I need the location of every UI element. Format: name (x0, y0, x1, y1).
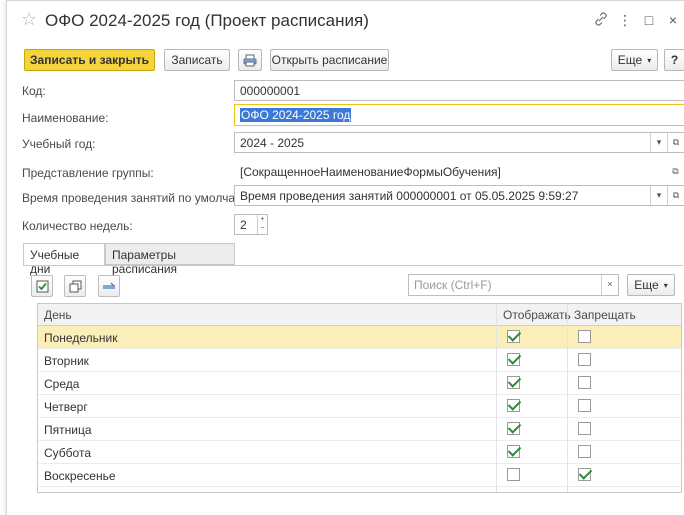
forbid-checkbox[interactable] (578, 330, 591, 343)
show-checkbox[interactable] (507, 445, 520, 458)
maximize-icon[interactable]: □ (637, 12, 661, 28)
default-time-value: Время проведения занятий 000000001 от 05… (240, 189, 579, 203)
day-cell: Четверг (44, 400, 88, 414)
window-title: ОФО 2024-2025 год (Проект расписания) (45, 11, 369, 30)
dropdown-arrow-icon[interactable]: ▾ (650, 186, 667, 205)
printer-icon (243, 54, 257, 66)
dropdown-arrow-icon[interactable]: ▾ (650, 133, 667, 152)
table-row[interactable]: Вторник (38, 349, 681, 372)
chevron-down-icon: ▾ (647, 55, 652, 65)
day-cell: Воскресенье (44, 469, 116, 483)
forbid-checkbox[interactable] (578, 422, 591, 435)
academic-year-field[interactable]: 2024 - 2025 ▾ ⧉ (234, 132, 684, 153)
academic-year-value: 2024 - 2025 (240, 136, 305, 150)
more-menu-button[interactable]: Еще ▾ (611, 49, 658, 71)
open-icon[interactable]: ⧉ (667, 133, 684, 152)
grid-more-button[interactable]: Еще ▾ (627, 274, 675, 296)
search-input[interactable]: Поиск (Ctrl+F) × (408, 274, 619, 296)
grid-more-label: Еще (634, 278, 659, 292)
edit-button[interactable] (98, 275, 120, 297)
column-divider (567, 304, 568, 492)
academic-year-label: Учебный год: (22, 137, 96, 151)
document-window: ☆ ОФО 2024-2025 год (Проект расписания) … (6, 0, 684, 515)
show-checkbox[interactable] (507, 353, 520, 366)
name-field-value: ОФО 2024-2025 год (240, 108, 352, 122)
column-divider (496, 304, 497, 492)
forbid-checkbox[interactable] (578, 468, 591, 481)
name-label: Наименование: (22, 111, 109, 125)
command-bar: Записать и закрыть Записать Открыть расп… (7, 49, 684, 75)
table-row[interactable]: Суббота (38, 441, 681, 464)
print-button[interactable] (238, 49, 262, 71)
forbid-checkbox[interactable] (578, 353, 591, 366)
table-row[interactable]: Воскресенье (38, 464, 681, 487)
check-all-icon (36, 280, 48, 292)
close-icon[interactable]: × (661, 12, 684, 28)
name-field[interactable]: ОФО 2024-2025 год (234, 104, 684, 126)
search-placeholder: Поиск (Ctrl+F) (414, 278, 492, 292)
table-row[interactable]: Среда (38, 372, 681, 395)
show-checkbox[interactable] (507, 376, 520, 389)
link-icon[interactable] (589, 11, 613, 29)
column-day[interactable]: День (44, 308, 72, 322)
forbid-checkbox[interactable] (578, 376, 591, 389)
more-menu-label: Еще (617, 53, 643, 67)
tab-schedule-params[interactable]: Параметры расписания (105, 243, 235, 276)
code-label: Код: (22, 84, 46, 98)
stepper-icon[interactable]: + − (257, 215, 267, 234)
day-cell: Понедельник (44, 331, 118, 345)
show-checkbox[interactable] (507, 468, 520, 481)
save-button[interactable]: Записать (164, 49, 230, 71)
days-table: День Отображать Запрещать занятия Понеде… (37, 303, 682, 493)
open-schedule-button[interactable]: Открыть расписание (270, 49, 389, 71)
table-row[interactable]: Пятница (38, 418, 681, 441)
more-vertical-icon[interactable]: ⋮ (613, 12, 637, 29)
open-icon[interactable]: ⧉ (667, 186, 684, 205)
favorite-star-icon[interactable]: ☆ (21, 9, 37, 30)
group-view-field: [СокращенноеНаименованиеФормыОбучения] ⧉ (234, 161, 684, 182)
weeks-count-label: Количество недель: (22, 219, 133, 233)
check-all-button[interactable] (31, 275, 53, 297)
pencil-icon (103, 282, 115, 289)
show-checkbox[interactable] (507, 399, 520, 412)
forbid-checkbox[interactable] (578, 445, 591, 458)
forbid-checkbox[interactable] (578, 399, 591, 412)
help-button[interactable]: ? (664, 49, 684, 71)
uncheck-all-button[interactable] (64, 275, 86, 297)
default-time-field[interactable]: Время проведения занятий 000000001 от 05… (234, 185, 684, 206)
day-cell: Вторник (44, 354, 89, 368)
chevron-down-icon: ▾ (663, 280, 668, 290)
show-checkbox[interactable] (507, 422, 520, 435)
group-view-label: Представление группы: (22, 166, 154, 180)
tab-study-days[interactable]: Учебные дни (23, 243, 105, 276)
default-time-label: Время проведения занятий по умолчанию: (22, 191, 261, 205)
group-view-value: [СокращенноеНаименованиеФормыОбучения] (240, 165, 501, 179)
window-controls: ⋮ □ × (589, 10, 684, 30)
weeks-count-value: 2 (240, 218, 247, 232)
save-and-close-button[interactable]: Записать и закрыть (24, 49, 155, 71)
day-cell: Пятница (44, 423, 92, 437)
clear-search-icon[interactable]: × (601, 275, 618, 295)
show-checkbox[interactable] (507, 330, 520, 343)
title-bar: ☆ ОФО 2024-2025 год (Проект расписания) … (7, 1, 684, 39)
day-cell: Среда (44, 377, 80, 391)
table-row[interactable]: Четверг (38, 395, 681, 418)
open-icon[interactable]: ⧉ (667, 162, 684, 181)
copy-icon (69, 280, 81, 292)
column-show[interactable]: Отображать (503, 308, 571, 322)
code-field[interactable]: 000000001 (234, 80, 684, 101)
table-row[interactable]: Понедельник (38, 326, 681, 349)
day-cell: Суббота (44, 446, 91, 460)
table-header: День Отображать Запрещать занятия (38, 304, 681, 336)
weeks-count-field[interactable]: 2 + − (234, 214, 268, 235)
